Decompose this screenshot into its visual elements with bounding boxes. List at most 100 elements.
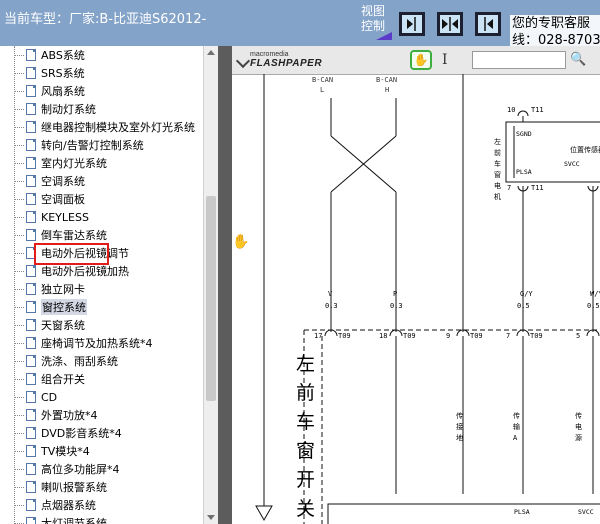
- tree-branch: [14, 396, 24, 398]
- panel-divider[interactable]: [218, 46, 232, 524]
- sidebar-item-label: TV模块*4: [41, 445, 90, 458]
- tree-branch: [14, 504, 24, 506]
- hand-tool-icon[interactable]: ✋: [410, 50, 432, 70]
- tree-branch: [14, 270, 24, 272]
- split-view-icon: [442, 17, 458, 31]
- search-input[interactable]: [472, 51, 566, 69]
- sidebar-item-label: 倒车雷达系统: [41, 229, 107, 242]
- sidebar-item[interactable]: 座椅调节及加热系统*4: [14, 334, 153, 352]
- sidebar-item[interactable]: 独立网卡: [14, 280, 85, 298]
- tree-scrollbar[interactable]: [203, 46, 218, 524]
- sidebar-item-label: 点烟器系统: [41, 499, 96, 512]
- sidebar-item[interactable]: 制动灯系统: [14, 100, 96, 118]
- scroll-up-icon[interactable]: [207, 50, 215, 55]
- conn-10-label: 10: [507, 106, 515, 114]
- tree-branch: [14, 486, 24, 488]
- expand-left-button[interactable]: [475, 12, 501, 36]
- expand-right-icon: [407, 17, 416, 31]
- document-icon: [26, 49, 36, 61]
- switch-label-char: 开: [296, 469, 315, 491]
- column-label-char: 源: [575, 433, 582, 442]
- sidebar-item[interactable]: 空调系统: [14, 172, 85, 190]
- sidebar-item[interactable]: DVD影音系统*4: [14, 424, 122, 442]
- document-icon: [26, 499, 36, 511]
- wiring-diagram: ✋ B-CAN L B-CAN H SGND PLSA SVCC 位置传感器 1…: [232, 74, 600, 524]
- column-label-char: 电: [575, 422, 582, 431]
- system-tree[interactable]: ABS系统 SRS系统 风扇系统 制动灯系统继电器控制模块及室外灯光系统转向/告警灯控…: [0, 46, 219, 524]
- current-model-title: 当前车型：厂家:B-比亚迪S62012-: [4, 12, 207, 27]
- tree-branch: [14, 306, 24, 308]
- column-label-char: 接: [456, 422, 463, 431]
- sidebar-item[interactable]: 外置功放*4: [14, 406, 98, 424]
- sidebar-item[interactable]: 继电器控制模块及室外灯光系统: [14, 118, 195, 136]
- document-icon: [26, 103, 36, 115]
- view-control-label-1: 视图: [360, 4, 385, 18]
- sidebar-item[interactable]: 高位多功能屏*4: [14, 460, 120, 478]
- sidebar-item[interactable]: 组合开关: [14, 370, 85, 388]
- split-view-button[interactable]: [437, 12, 463, 36]
- wire-size-label: 0.3: [390, 302, 403, 310]
- tree-branch: [14, 252, 24, 254]
- sidebar-item-label: 继电器控制模块及室外灯光系统: [41, 121, 195, 134]
- sidebar-item[interactable]: TV模块*4: [14, 442, 90, 460]
- sidebar-item-label: 大灯调节系统: [41, 517, 107, 524]
- hand-cursor-icon: ✋: [232, 233, 249, 250]
- tree-branch: [14, 324, 24, 326]
- switch-label-char: 窗: [296, 440, 315, 462]
- sidebar-item-label: 窗控系统: [41, 299, 87, 315]
- tree-branch: [14, 450, 24, 452]
- plsa-bottom-label: PLSA: [514, 508, 530, 516]
- wire-color-label: W/Y: [590, 290, 600, 298]
- sidebar-item[interactable]: 转向/告警灯控制系统: [14, 136, 144, 154]
- left-window-switch-label: 左前车窗开关: [296, 353, 315, 520]
- tree-branch: [14, 144, 24, 146]
- document-icon: [26, 67, 36, 79]
- pin-number: 18: [379, 332, 387, 340]
- sidebar-item[interactable]: 天窗系统: [14, 316, 85, 334]
- sidebar-item[interactable]: KEYLESS: [14, 208, 89, 226]
- document-icon: [26, 283, 36, 295]
- ground-arrow-icon: [255, 505, 273, 522]
- pin-tag: T09: [470, 332, 483, 340]
- wire-size-label: 0.5: [517, 302, 530, 310]
- text-select-icon[interactable]: I: [442, 52, 448, 68]
- view-control-button[interactable]: 视图 控制: [356, 4, 392, 40]
- sidebar-item[interactable]: 点烟器系统: [14, 496, 96, 514]
- sidebar-item[interactable]: 大灯调节系统: [14, 514, 107, 524]
- sidebar-item-label: 组合开关: [41, 373, 85, 386]
- flashpaper-viewer[interactable]: macromedia FLASHPAPER ✋ I 🔍 ✋ B-CAN L B-…: [232, 46, 600, 524]
- sidebar-item-label: 空调面板: [41, 193, 85, 206]
- pin-tag: T09: [338, 332, 351, 340]
- expand-right-button[interactable]: [399, 12, 425, 36]
- flashpaper-logo-icon: [235, 53, 251, 69]
- scroll-down-icon[interactable]: [207, 515, 215, 520]
- sidebar-item[interactable]: 喇叭报警系统: [14, 478, 107, 496]
- left-motor-char: 机: [494, 192, 501, 201]
- scroll-thumb[interactable]: [206, 196, 216, 401]
- sidebar-item-label: KEYLESS: [41, 210, 89, 224]
- search-icon[interactable]: 🔍: [570, 52, 586, 67]
- wire-size-label: 0.3: [325, 302, 338, 310]
- sidebar-item[interactable]: ABS系统: [14, 46, 85, 64]
- left-motor-label: 左前车窗电机: [494, 137, 501, 201]
- sidebar-item-label: 喇叭报警系统: [41, 481, 107, 494]
- pin-number: 17: [314, 332, 322, 340]
- left-motor-char: 左: [494, 137, 501, 146]
- column-label-char: 传: [575, 411, 582, 420]
- bcan-l-label: B-CAN: [312, 76, 333, 84]
- sidebar-item[interactable]: CD: [14, 388, 57, 406]
- document-icon: [26, 85, 36, 97]
- pin-number: 7: [506, 332, 510, 340]
- tree-branch: [14, 216, 24, 218]
- document-icon: [26, 391, 36, 403]
- sidebar-item[interactable]: 风扇系统: [14, 82, 85, 100]
- pin-number: 5: [576, 332, 580, 340]
- sidebar-item[interactable]: SRS系统: [14, 64, 85, 82]
- sidebar-item[interactable]: 倒车雷达系统: [14, 226, 107, 244]
- sidebar-item-label: 座椅调节及加热系统*4: [41, 337, 153, 350]
- tree-branch: [14, 342, 24, 344]
- sidebar-item[interactable]: 窗控系统: [14, 298, 87, 316]
- sidebar-item[interactable]: 室内灯光系统: [14, 154, 107, 172]
- sidebar-item[interactable]: 洗涤、雨刮系统: [14, 352, 118, 370]
- sidebar-item[interactable]: 空调面板: [14, 190, 85, 208]
